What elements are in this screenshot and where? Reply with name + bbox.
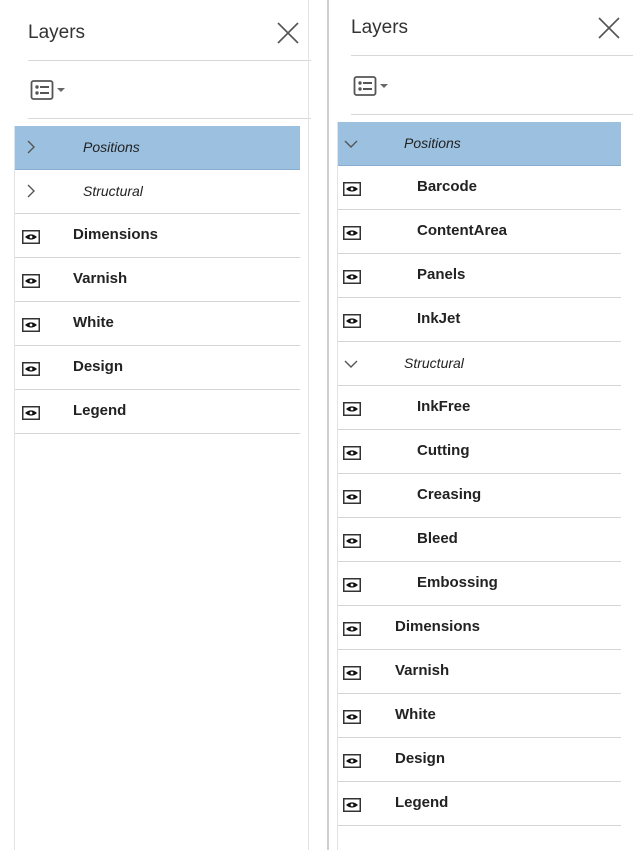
layer-row-legend[interactable]: Legend bbox=[338, 782, 621, 826]
layer-row-structural[interactable]: Structural bbox=[338, 342, 621, 386]
layer-row-inkjet[interactable]: InkJet bbox=[338, 298, 621, 342]
eye-icon[interactable] bbox=[22, 274, 40, 288]
eye-icon[interactable] bbox=[22, 406, 40, 420]
layer-label: White bbox=[73, 314, 114, 331]
layer-label: InkFree bbox=[417, 398, 471, 415]
layers-panel-collapsed: Layers Positions Structural Dimensions Varn… bbox=[0, 0, 328, 850]
layer-label: Varnish bbox=[395, 662, 450, 679]
layer-row-varnish[interactable]: Varnish bbox=[15, 258, 300, 302]
eye-icon[interactable] bbox=[343, 446, 361, 460]
eye-icon[interactable] bbox=[343, 490, 361, 504]
layer-label: Legend bbox=[395, 794, 449, 811]
layer-row-varnish[interactable]: Varnish bbox=[338, 650, 621, 694]
eye-icon[interactable] bbox=[22, 362, 40, 376]
layers-panel-expanded: Layers Positions Barcode ContentArea Panels… bbox=[330, 0, 640, 850]
layer-row-white[interactable]: White bbox=[15, 302, 300, 346]
eye-icon[interactable] bbox=[343, 798, 361, 812]
layer-label: Structural bbox=[83, 183, 143, 199]
eye-icon[interactable] bbox=[343, 534, 361, 548]
layer-row-contentarea[interactable]: ContentArea bbox=[338, 210, 621, 254]
layer-label: Barcode bbox=[417, 178, 478, 195]
eye-icon[interactable] bbox=[343, 226, 361, 240]
layer-row-legend[interactable]: Legend bbox=[15, 390, 300, 434]
panel-separator bbox=[327, 0, 329, 850]
chevron-right-icon[interactable] bbox=[24, 140, 38, 154]
panel-edge bbox=[308, 0, 309, 850]
layer-label: Design bbox=[395, 750, 446, 767]
list-view-menu-icon[interactable] bbox=[30, 78, 72, 102]
layer-row-cutting[interactable]: Cutting bbox=[338, 430, 621, 474]
layer-label: White bbox=[395, 706, 436, 723]
layer-label: Dimensions bbox=[395, 618, 481, 635]
close-icon[interactable] bbox=[276, 21, 300, 45]
eye-icon[interactable] bbox=[343, 578, 361, 592]
layer-label: Cutting bbox=[417, 442, 470, 459]
layer-row-positions[interactable]: Positions bbox=[15, 126, 300, 170]
eye-icon[interactable] bbox=[22, 230, 40, 244]
chevron-right-icon[interactable] bbox=[24, 184, 38, 198]
close-icon[interactable] bbox=[597, 16, 621, 40]
layer-label: Positions bbox=[83, 139, 140, 155]
layer-label: Legend bbox=[73, 402, 127, 419]
layers-list: Positions Barcode ContentArea Panels InkJet S… bbox=[337, 122, 621, 850]
layer-row-design[interactable]: Design bbox=[15, 346, 300, 390]
layer-label: Panels bbox=[417, 266, 466, 283]
layer-label: Varnish bbox=[73, 270, 128, 287]
layer-label: Positions bbox=[404, 135, 461, 151]
panel-title: Layers bbox=[351, 17, 409, 38]
eye-icon[interactable] bbox=[343, 754, 361, 768]
chevron-down-icon[interactable] bbox=[344, 357, 358, 371]
eye-icon[interactable] bbox=[343, 710, 361, 724]
eye-icon[interactable] bbox=[343, 314, 361, 328]
layer-row-dimensions[interactable]: Dimensions bbox=[15, 214, 300, 258]
layer-row-inkfree[interactable]: InkFree bbox=[338, 386, 621, 430]
panel-title: Layers bbox=[28, 22, 86, 43]
eye-icon[interactable] bbox=[343, 182, 361, 196]
layer-label: Embossing bbox=[417, 574, 498, 591]
layer-row-positions[interactable]: Positions bbox=[338, 122, 621, 166]
layer-label: Bleed bbox=[417, 530, 458, 547]
layer-label: Structural bbox=[404, 355, 464, 371]
layer-row-white[interactable]: White bbox=[338, 694, 621, 738]
layer-label: Creasing bbox=[417, 486, 482, 503]
eye-icon[interactable] bbox=[343, 622, 361, 636]
header-divider bbox=[351, 55, 633, 56]
layer-row-embossing[interactable]: Embossing bbox=[338, 562, 621, 606]
layer-label: Dimensions bbox=[73, 226, 159, 243]
layer-row-barcode[interactable]: Barcode bbox=[338, 166, 621, 210]
header-divider bbox=[28, 60, 311, 61]
layer-label: ContentArea bbox=[417, 222, 508, 239]
list-view-menu-icon[interactable] bbox=[353, 74, 395, 98]
layer-row-dimensions[interactable]: Dimensions bbox=[338, 606, 621, 650]
toolbar-divider bbox=[351, 114, 633, 115]
chevron-down-icon[interactable] bbox=[344, 137, 358, 151]
layer-row-panels[interactable]: Panels bbox=[338, 254, 621, 298]
layers-list: Positions Structural Dimensions Varnish Whit… bbox=[14, 126, 300, 850]
eye-icon[interactable] bbox=[343, 402, 361, 416]
eye-icon[interactable] bbox=[343, 270, 361, 284]
eye-icon[interactable] bbox=[343, 666, 361, 680]
layer-row-structural[interactable]: Structural bbox=[15, 170, 300, 214]
layer-row-creasing[interactable]: Creasing bbox=[338, 474, 621, 518]
layer-row-bleed[interactable]: Bleed bbox=[338, 518, 621, 562]
layer-label: InkJet bbox=[417, 310, 461, 327]
layer-row-design[interactable]: Design bbox=[338, 738, 621, 782]
layer-label: Design bbox=[73, 358, 124, 375]
toolbar-divider bbox=[28, 118, 311, 119]
eye-icon[interactable] bbox=[22, 318, 40, 332]
